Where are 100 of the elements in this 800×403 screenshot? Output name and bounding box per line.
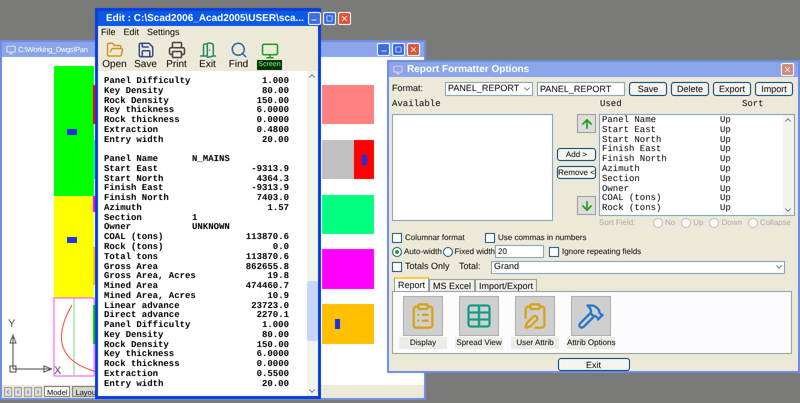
field-value: 150.00 bbox=[256, 340, 289, 350]
field-value: 113870.6 bbox=[246, 233, 289, 243]
close-button[interactable] bbox=[407, 43, 420, 56]
toolbar-button[interactable]: Export bbox=[713, 82, 751, 96]
field-label: Owner bbox=[104, 223, 132, 233]
format-dropdown[interactable]: PANEL_REPORT bbox=[445, 82, 533, 96]
field-value: 20.00 bbox=[262, 136, 289, 146]
width-input[interactable]: 20 bbox=[495, 245, 544, 258]
checkbox-label: Totals Only bbox=[405, 260, 450, 274]
list-item[interactable]: Section Up bbox=[602, 174, 783, 185]
vertical-scrollbar[interactable] bbox=[783, 115, 794, 215]
exit-button[interactable]: Exit bbox=[558, 358, 630, 371]
menu-item[interactable]: Edit bbox=[124, 26, 140, 40]
list-item[interactable]: Azimuth Up bbox=[602, 164, 783, 175]
field-value: 20.00 bbox=[262, 380, 289, 390]
close-button[interactable] bbox=[338, 12, 351, 25]
toolbar-button[interactable]: Find bbox=[225, 41, 252, 70]
close-icon bbox=[340, 14, 349, 23]
maximize-button[interactable] bbox=[322, 12, 336, 25]
toolbar-button[interactable]: Save bbox=[132, 41, 159, 70]
vertical-scrollbar[interactable] bbox=[307, 71, 318, 396]
toolbar-button[interactable]: Exit bbox=[194, 41, 221, 70]
tab[interactable]: Report bbox=[394, 277, 430, 291]
last-tab-button[interactable] bbox=[34, 386, 42, 396]
field-label: Entry width bbox=[104, 380, 164, 390]
field-value: 150.00 bbox=[256, 96, 289, 106]
radio-label: Auto-width bbox=[404, 246, 442, 258]
next-tab-button[interactable] bbox=[24, 386, 32, 396]
ucs-axes-icon bbox=[8, 333, 52, 373]
tab[interactable]: MS Excel bbox=[429, 279, 476, 291]
field-label: Rock (tons) bbox=[104, 243, 164, 252]
field-label: Key thickness bbox=[104, 106, 174, 116]
checkbox[interactable] bbox=[392, 262, 402, 272]
radio-button[interactable] bbox=[443, 246, 453, 256]
list-item[interactable]: Owner Up bbox=[602, 184, 783, 194]
list-item[interactable]: Start East Up bbox=[602, 126, 783, 136]
search-icon bbox=[230, 41, 248, 59]
field-label: Entry width bbox=[104, 136, 164, 146]
toolbar-button[interactable]: Print bbox=[163, 41, 190, 70]
field-value: 0.0 bbox=[272, 243, 289, 253]
window-title: Edit : C:\Scad2006_Acad2005\USER\sca... bbox=[106, 12, 304, 26]
field-label: Key thickness bbox=[104, 350, 174, 360]
total-label: Total: bbox=[459, 260, 482, 274]
menu-item[interactable]: Settings bbox=[147, 26, 180, 40]
field-value: UNKNOWN bbox=[192, 223, 230, 234]
list-item[interactable]: Panel Name Up bbox=[602, 116, 783, 126]
list-item[interactable]: Rock (tons) Up bbox=[602, 204, 783, 214]
toolbar-button[interactable]: Save bbox=[629, 82, 667, 96]
maximize-button[interactable] bbox=[392, 43, 405, 56]
list-item[interactable]: Finish North Up bbox=[602, 155, 783, 165]
list-item[interactable]: COAL (tons) Up bbox=[602, 194, 783, 204]
used-fields-list[interactable]: Panel Name Up Start East Up Start North Up Finish East Up Finish North Up Azimuth Up Section Up Owner Up COAL (tons) Up Rock (tons) Up bbox=[599, 114, 795, 216]
field-label: Start North bbox=[104, 174, 164, 184]
field-value: 862655.8 bbox=[246, 262, 289, 272]
add-button[interactable]: Add > bbox=[557, 148, 596, 161]
list-item[interactable]: Start North Up bbox=[602, 136, 783, 146]
move-up-button[interactable] bbox=[577, 114, 596, 133]
field-label: Key Density bbox=[104, 330, 164, 340]
format-name-field[interactable]: PANEL_REPORT bbox=[537, 82, 625, 96]
close-button[interactable] bbox=[781, 63, 794, 76]
field-label: Finish East bbox=[104, 184, 164, 194]
toolbar-button[interactable]: Open bbox=[101, 41, 128, 70]
field-label: Panel Difficulty bbox=[104, 77, 190, 86]
field-label: Extraction bbox=[104, 126, 158, 136]
app-icon bbox=[393, 64, 403, 74]
checkbox[interactable] bbox=[485, 232, 495, 242]
remove-button[interactable]: Remove < bbox=[557, 166, 596, 179]
scrollbar-thumb[interactable] bbox=[307, 281, 318, 341]
field-value: 19.8 bbox=[267, 272, 289, 282]
toolbar-button[interactable]: Delete bbox=[671, 82, 709, 96]
field-value: 6.0000 bbox=[256, 106, 289, 116]
field-value: -9313.9 bbox=[251, 184, 289, 194]
field-value: 1.57 bbox=[267, 204, 289, 214]
checkbox-label: Columnar format bbox=[405, 232, 465, 244]
minimize-button[interactable] bbox=[308, 12, 321, 25]
checkbox-label: Use commas in numbers bbox=[498, 232, 586, 244]
first-tab-button[interactable] bbox=[4, 386, 12, 396]
toolbar-button[interactable]: Import bbox=[755, 82, 793, 96]
menu-item[interactable]: File bbox=[101, 26, 116, 40]
move-down-button[interactable] bbox=[577, 196, 596, 215]
field-label: Gross Area bbox=[104, 262, 158, 272]
previous-tab-button[interactable] bbox=[14, 386, 22, 396]
maximize-icon bbox=[326, 15, 333, 22]
field-label: Rock Density bbox=[104, 340, 169, 350]
minimize-button[interactable] bbox=[377, 43, 390, 56]
field-label: Rock thickness bbox=[104, 116, 180, 126]
radio-button[interactable] bbox=[392, 246, 402, 256]
radio-label: Collapse bbox=[760, 217, 792, 229]
checkbox[interactable] bbox=[549, 246, 559, 256]
field-value: 2270.1 bbox=[256, 311, 289, 321]
field-value: N_MAINS bbox=[192, 155, 230, 165]
available-list[interactable] bbox=[392, 114, 554, 221]
checkbox[interactable] bbox=[392, 232, 402, 242]
total-dropdown[interactable]: Grand bbox=[491, 260, 785, 274]
list-item[interactable]: Finish East Up bbox=[602, 145, 783, 156]
field-value: 4364.3 bbox=[256, 174, 289, 184]
tab[interactable]: Import/Export bbox=[475, 279, 538, 291]
field-label: Panel Name bbox=[104, 155, 160, 165]
field-label: Total tons bbox=[104, 252, 158, 263]
column-heading: Used bbox=[600, 98, 623, 110]
